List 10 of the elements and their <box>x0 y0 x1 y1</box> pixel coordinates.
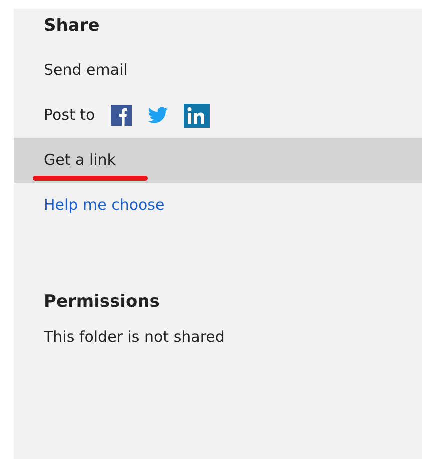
twitter-icon[interactable] <box>148 107 168 124</box>
help-link[interactable]: Help me choose <box>44 194 165 217</box>
linkedin-icon[interactable] <box>184 104 210 128</box>
menu-item[interactable]: Get a link <box>14 138 422 183</box>
status-text: This folder is not shared <box>44 326 226 348</box>
facebook-icon[interactable] <box>111 105 132 126</box>
section-heading: Permissions <box>44 291 161 314</box>
section-heading: Share <box>43 15 101 38</box>
post-to-label: Post to <box>44 105 96 126</box>
menu-item[interactable]: Send email <box>14 48 422 93</box>
